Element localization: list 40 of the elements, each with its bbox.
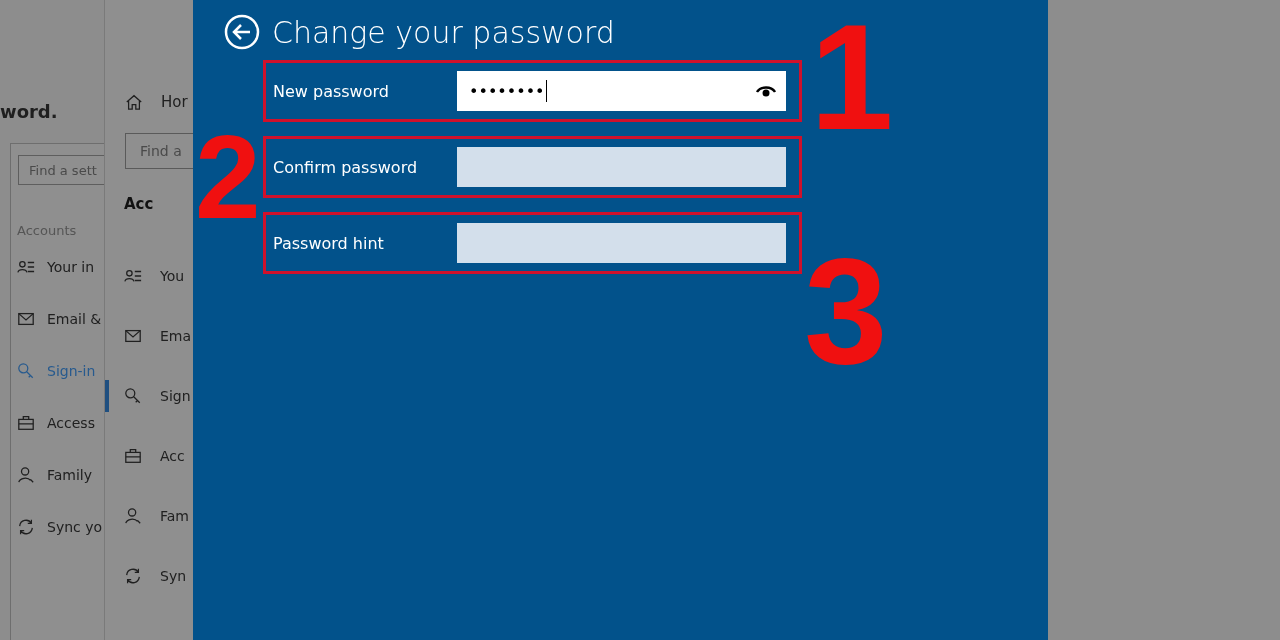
section-heading: Acc	[124, 195, 155, 213]
nav-item[interactable]: Family	[11, 464, 105, 486]
nav-item[interactable]: Acc	[105, 440, 193, 472]
field-label: Confirm password	[273, 157, 418, 177]
person-list-icon	[124, 267, 142, 285]
nav-item[interactable]: Syn	[105, 560, 193, 592]
sync-icon	[17, 518, 35, 536]
password-field[interactable]: ••••••••	[457, 71, 786, 111]
home-link[interactable]: Hor	[125, 93, 193, 111]
page-text: word.	[0, 101, 58, 122]
password-field[interactable]	[457, 223, 786, 263]
field-label: New password	[273, 81, 389, 101]
key-icon	[124, 387, 142, 405]
home-icon	[125, 93, 143, 111]
step-number: 1	[810, 2, 894, 152]
person-icon	[124, 507, 142, 525]
field-label: Password hint	[273, 233, 384, 253]
nav-item[interactable]: Your in	[11, 256, 105, 278]
briefcase-icon	[124, 447, 142, 465]
person-icon	[17, 466, 35, 484]
step-number: 3	[804, 236, 888, 386]
nav-item[interactable]: Sync yo	[11, 516, 105, 538]
password-field[interactable]	[457, 147, 786, 187]
sync-icon	[124, 567, 142, 585]
dialog-title: Change your password	[272, 14, 615, 50]
nav-item[interactable]: You	[105, 260, 193, 292]
nav-item[interactable]: Sign	[105, 380, 193, 412]
section-heading: Accounts	[17, 223, 78, 238]
nav-item[interactable]: Access	[11, 412, 105, 434]
key-icon	[17, 362, 35, 380]
person-list-icon	[17, 258, 35, 276]
briefcase-icon	[17, 414, 35, 432]
step-number: 2	[195, 118, 261, 236]
nav-item[interactable]: Email &	[11, 308, 105, 330]
nav-item[interactable]: Fam	[105, 500, 193, 532]
mail-icon	[17, 310, 35, 328]
back-icon[interactable]	[224, 14, 260, 50]
mail-icon	[124, 327, 142, 345]
nav-item[interactable]: Ema	[105, 320, 193, 352]
reveal-eye-icon[interactable]	[756, 84, 776, 98]
